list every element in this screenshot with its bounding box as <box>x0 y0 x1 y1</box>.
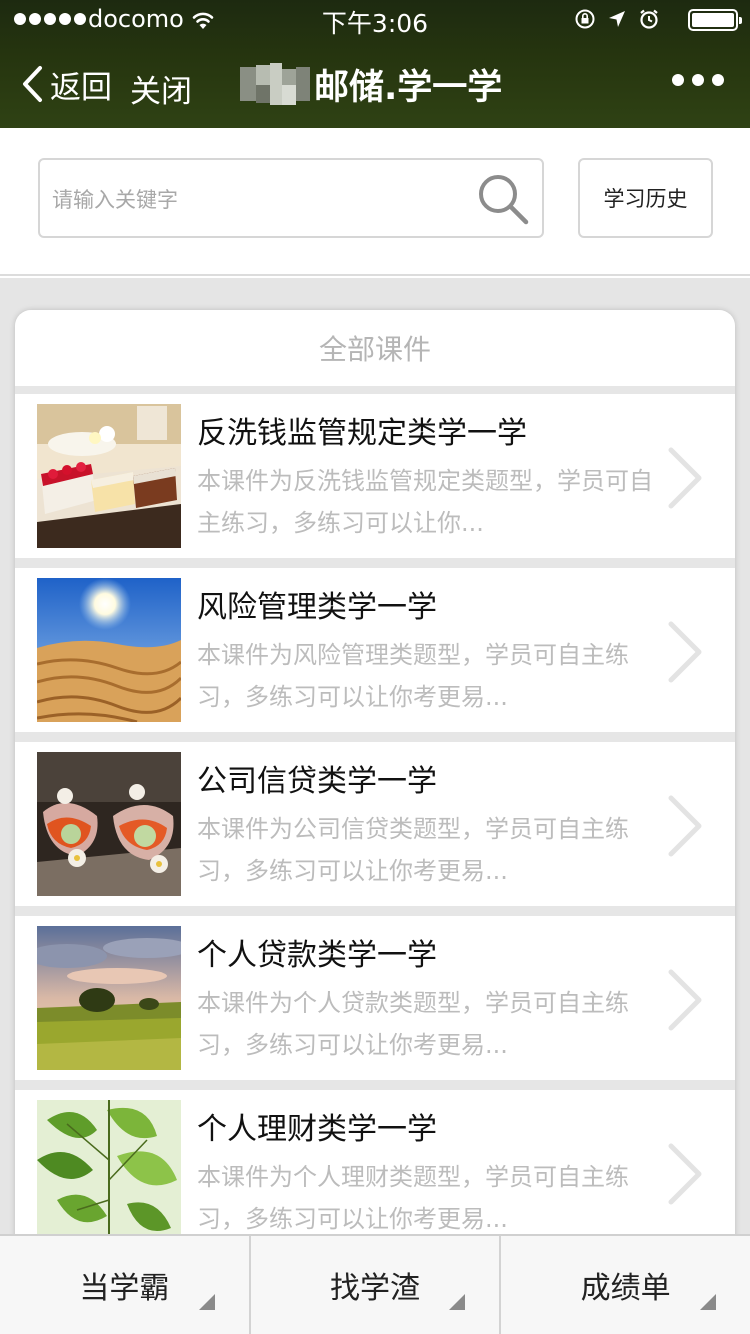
close-button[interactable]: 关闭 <box>130 66 192 111</box>
top-bar: docomo 下午3:06 返回 关闭 邮储.学一学 <box>0 0 750 128</box>
course-description: 本课件为反洗钱监管规定类题型，学员可自主练习，多练习可以让你... <box>197 467 653 537</box>
content-area[interactable]: 全部课件 反洗钱监管规定类学一学 本课件为反洗钱监管规定类题型，学员可自主练习，… <box>0 278 750 1234</box>
tab-top-student[interactable]: 当学霸 <box>0 1236 251 1334</box>
study-history-button[interactable]: 学习历史 <box>578 158 713 238</box>
course-description: 本课件为风险管理类题型，学员可自主练习，多练习可以让你考更易... <box>197 641 629 711</box>
course-description: 本课件为个人贷款类题型，学员可自主练习，多练习可以让你考更易... <box>197 989 629 1059</box>
nav-bar: 返回 关闭 邮储.学一学 <box>0 40 750 128</box>
course-card: 全部课件 反洗钱监管规定类学一学 本课件为反洗钱监管规定类题型，学员可自主练习，… <box>15 310 735 1234</box>
course-title: 公司信贷类学一学 <box>197 764 437 799</box>
status-icons <box>574 8 660 30</box>
course-item[interactable]: 风险管理类学一学 本课件为风险管理类题型，学员可自主练习，多练习可以让你考更易.… <box>15 568 735 732</box>
tab-label: 成绩单 <box>580 1271 671 1306</box>
course-list-header: 全部课件 <box>15 310 735 394</box>
search-area: 学习历史 <box>0 128 750 276</box>
redacted-text-mosaic <box>240 63 312 105</box>
chevron-right-icon <box>668 969 702 1031</box>
tab-label: 当学霸 <box>79 1271 170 1306</box>
rotation-lock-icon <box>575 9 595 29</box>
search-box <box>38 158 544 238</box>
corner-triangle-icon <box>700 1294 717 1310</box>
chevron-right-icon <box>668 1143 702 1205</box>
search-icon[interactable] <box>474 170 532 228</box>
course-title: 风险管理类学一学 <box>197 590 437 625</box>
corner-triangle-icon <box>198 1294 215 1310</box>
page-title: 邮储.学一学 <box>240 62 502 108</box>
course-item[interactable]: 公司信贷类学一学 本课件为公司信贷类题型，学员可自主练习，多练习可以让你考更易.… <box>15 742 735 906</box>
course-thumbnail-meadow <box>37 926 181 1070</box>
course-item[interactable]: 反洗钱监管规定类学一学 本课件为反洗钱监管规定类题型，学员可自主练习，多练习可以… <box>15 394 735 558</box>
chevron-right-icon <box>668 447 702 509</box>
course-thumbnail-sweets <box>37 752 181 896</box>
chevron-right-icon <box>668 621 702 683</box>
search-input[interactable] <box>52 180 472 220</box>
tab-label: 找学渣 <box>330 1271 420 1306</box>
course-title: 反洗钱监管规定类学一学 <box>197 416 527 451</box>
status-bar: docomo 下午3:06 <box>0 0 750 40</box>
battery-icon <box>688 9 742 31</box>
tab-scoreboard[interactable]: 成绩单 <box>501 1236 750 1334</box>
tab-find-students[interactable]: 找学渣 <box>251 1236 502 1334</box>
course-item[interactable]: 个人贷款类学一学 本课件为个人贷款类题型，学员可自主练习，多练习可以让你考更易.… <box>15 916 735 1080</box>
more-dots-icon[interactable] <box>672 74 724 86</box>
back-label: 返回 <box>50 69 112 106</box>
chevron-right-icon <box>668 795 702 857</box>
bottom-tab-bar: 当学霸 找学渣 成绩单 <box>0 1234 750 1334</box>
location-arrow-icon <box>609 11 625 27</box>
course-title: 个人贷款类学一学 <box>197 938 437 973</box>
back-button[interactable]: 返回 <box>20 62 112 106</box>
course-thumbnail-desert <box>37 578 181 722</box>
corner-triangle-icon <box>449 1294 466 1310</box>
page-title-text: 邮储.学一学 <box>314 67 503 108</box>
course-thumbnail-leaves <box>37 1100 181 1234</box>
alarm-icon <box>640 9 658 29</box>
chevron-left-icon <box>23 66 42 102</box>
course-thumbnail-cakes <box>37 404 181 548</box>
course-description: 本课件为公司信贷类题型，学员可自主练习，多练习可以让你考更易... <box>197 815 629 885</box>
course-title: 个人理财类学一学 <box>197 1112 437 1147</box>
course-description: 本课件为个人理财类题型，学员可自主练习，多练习可以让你考更易... <box>197 1163 629 1233</box>
course-item[interactable]: 个人理财类学一学 本课件为个人理财类题型，学员可自主练习，多练习可以让你考更易.… <box>15 1090 735 1234</box>
